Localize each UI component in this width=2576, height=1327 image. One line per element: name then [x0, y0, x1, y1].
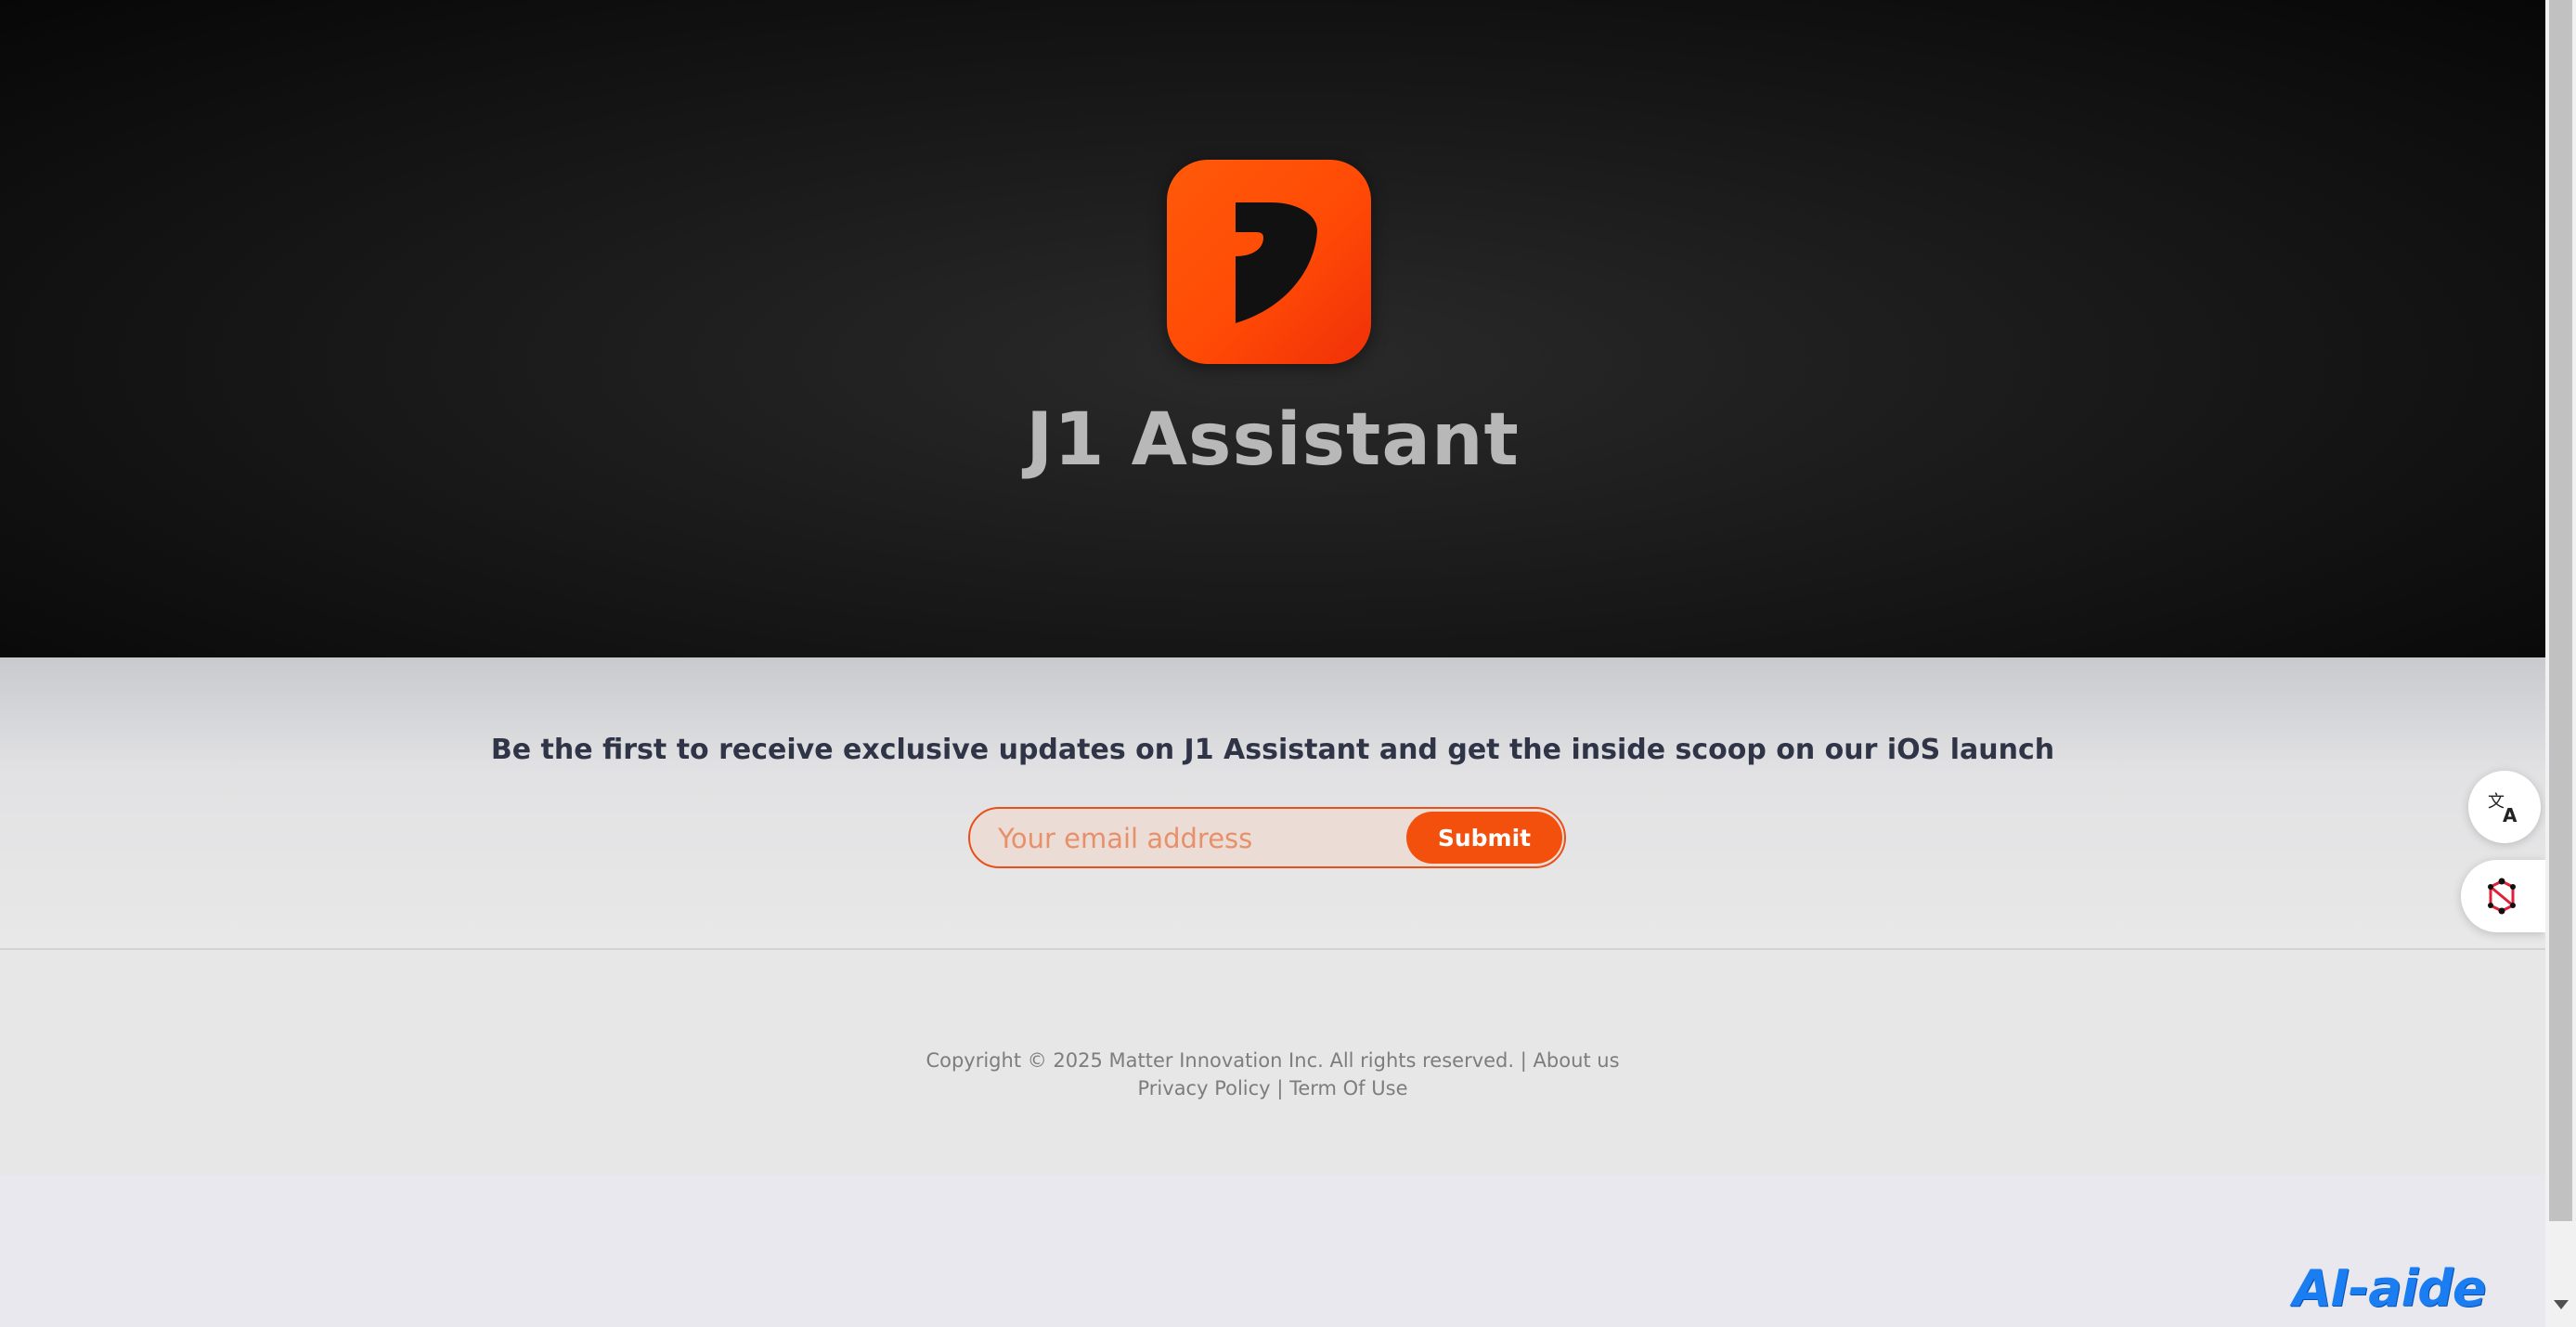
app-title: J1 Assistant [1026, 398, 1520, 482]
translate-icon: 文 A [2488, 792, 2518, 826]
footer-separator: | [1276, 1077, 1284, 1099]
footer: Copyright © 2025 Matter Innovation Inc. … [0, 950, 2545, 1175]
ai-aide-logo[interactable]: AI-aide [2293, 1263, 2539, 1315]
copyright-text: Copyright © 2025 Matter Innovation Inc. … [926, 1049, 1515, 1072]
svg-text:A: A [2503, 804, 2518, 826]
translate-button[interactable]: 文 A [2468, 771, 2541, 843]
network-icon [2488, 878, 2516, 915]
subscribe-tagline: Be the first to receive exclusive update… [490, 734, 2055, 766]
terms-of-use-link[interactable]: Term Of Use [1289, 1077, 1407, 1099]
footer-line-2: Privacy Policy | Term Of Use [0, 1074, 2545, 1102]
scroll-down-arrow-icon[interactable] [2554, 1300, 2569, 1309]
hero-section: J1 Assistant [0, 0, 2545, 657]
email-input[interactable] [996, 818, 1390, 859]
j1-logo-icon [1236, 202, 1317, 323]
submit-button[interactable]: Submit [1406, 812, 1562, 864]
page-bottom-area [0, 1175, 2545, 1327]
about-us-link[interactable]: About us [1534, 1049, 1620, 1072]
page: J1 Assistant Be the first to receive exc… [0, 0, 2545, 1327]
scrollbar-thumb[interactable] [2549, 0, 2572, 1221]
subscribe-section: Be the first to receive exclusive update… [0, 657, 2545, 948]
vertical-scrollbar[interactable] [2545, 0, 2576, 1327]
privacy-policy-link[interactable]: Privacy Policy [1138, 1077, 1271, 1099]
footer-separator: | [1520, 1049, 1527, 1072]
app-logo [1167, 160, 1371, 364]
network-widget-button[interactable] [2461, 860, 2545, 932]
footer-line-1: Copyright © 2025 Matter Innovation Inc. … [0, 1047, 2545, 1074]
subscribe-form: Submit [968, 807, 1566, 868]
